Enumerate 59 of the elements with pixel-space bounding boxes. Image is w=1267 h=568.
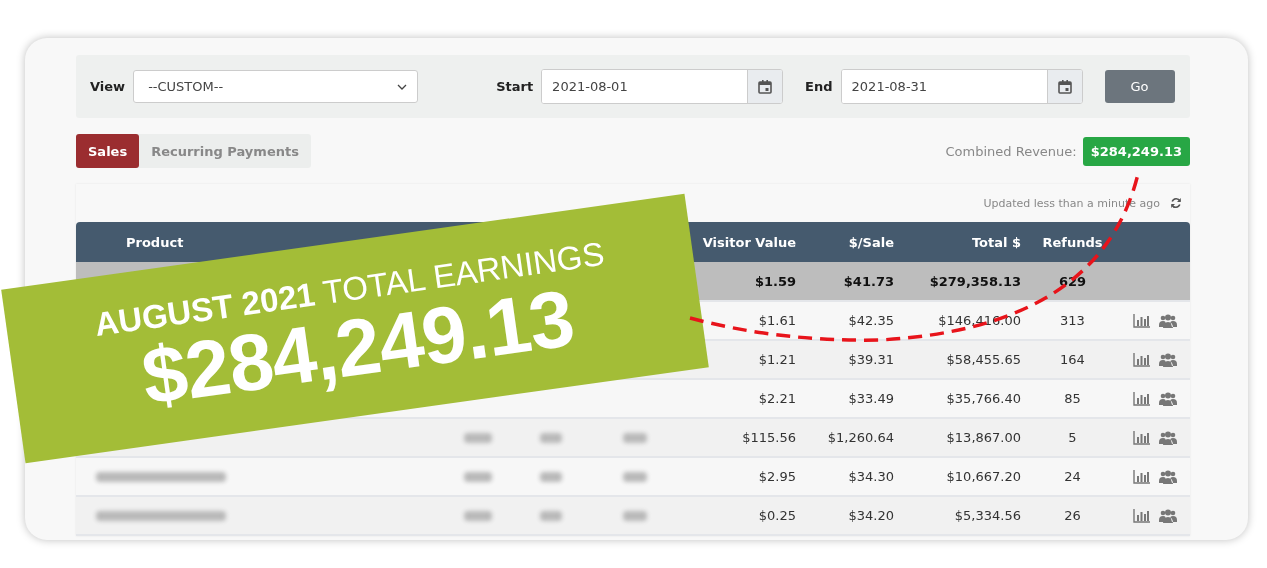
table-cell-text: $42.35: [847, 313, 895, 328]
table-cell-text: $2.21: [757, 391, 797, 406]
table-cell-text: $33.49: [847, 391, 895, 406]
column-header: Visitor Value: [701, 234, 797, 250]
start-label: Start: [496, 79, 534, 94]
table-cell-text: 5: [1067, 430, 1078, 445]
combined-revenue-label: Combined Revenue:: [945, 143, 1077, 159]
refresh-icon[interactable]: [1170, 197, 1182, 209]
table-cell-text: $41.73: [842, 273, 895, 289]
chevron-down-icon[interactable]: [397, 83, 408, 90]
table-cell-text: $0.25: [757, 508, 797, 523]
table-cell-text: $1,260.64: [826, 430, 895, 445]
users-icon[interactable]: [1159, 313, 1177, 328]
table-cell-text: $34.30: [847, 469, 895, 484]
table-cell-text: $35,766.40: [945, 391, 1022, 406]
users-icon[interactable]: [1159, 391, 1177, 406]
table-cell-text: 85: [1063, 391, 1082, 406]
table-cell-text: 24: [1063, 469, 1082, 484]
table-cell-text: $10,667.20: [945, 469, 1022, 484]
table-cell-text: $1.61: [757, 313, 797, 328]
table-cell-text: $13,867.00: [945, 430, 1022, 445]
table-cell-text: $1.21: [757, 352, 797, 367]
view-select[interactable]: --CUSTOM--: [133, 70, 419, 103]
end-label: End: [805, 79, 833, 94]
table-cell-text: $2.95: [757, 469, 797, 484]
table-cell-text: $1.59: [753, 273, 797, 289]
users-icon[interactable]: [1159, 508, 1177, 523]
bar-chart-icon[interactable]: [1133, 508, 1151, 523]
column-header: Product: [125, 234, 185, 250]
go-button[interactable]: Go: [1104, 70, 1175, 103]
calendar-button[interactable]: [747, 70, 783, 103]
view-label: View: [90, 79, 126, 94]
table-cell-text: 26: [1063, 508, 1082, 523]
users-icon[interactable]: [1159, 430, 1177, 445]
users-icon[interactable]: [1159, 352, 1177, 367]
combined-revenue-badge: $284,249.13: [1082, 136, 1190, 166]
calendar-button[interactable]: [1046, 70, 1082, 103]
bar-chart-icon[interactable]: [1133, 352, 1151, 367]
table-cell-text: 313: [1059, 313, 1086, 328]
table-cell-text: $5,334.56: [953, 508, 1022, 523]
end-date-picker[interactable]: 2021-08-31: [840, 69, 1083, 104]
table-cell-text: $279,358.13: [928, 273, 1022, 289]
bar-chart-icon[interactable]: [1133, 391, 1151, 406]
column-header: Refunds: [1041, 234, 1104, 250]
start-date-picker[interactable]: 2021-08-01: [541, 69, 784, 104]
tab[interactable]: Sales: [76, 134, 140, 168]
column-header: $/Sale: [847, 234, 895, 250]
table-cell-text: 164: [1059, 352, 1086, 367]
table-cell-text: $58,455.65: [945, 352, 1022, 367]
users-icon[interactable]: [1159, 469, 1177, 484]
table-cell-text: $34.20: [847, 508, 895, 523]
column-header: Total $: [970, 234, 1022, 250]
calendar-icon: [1056, 78, 1073, 95]
bar-chart-icon[interactable]: [1133, 313, 1151, 328]
calendar-icon: [757, 78, 774, 95]
bar-chart-icon[interactable]: [1133, 469, 1151, 484]
table-cell-text: $115.56: [741, 430, 797, 445]
table-cell-text: $39.31: [847, 352, 895, 367]
bar-chart-icon[interactable]: [1133, 430, 1151, 445]
